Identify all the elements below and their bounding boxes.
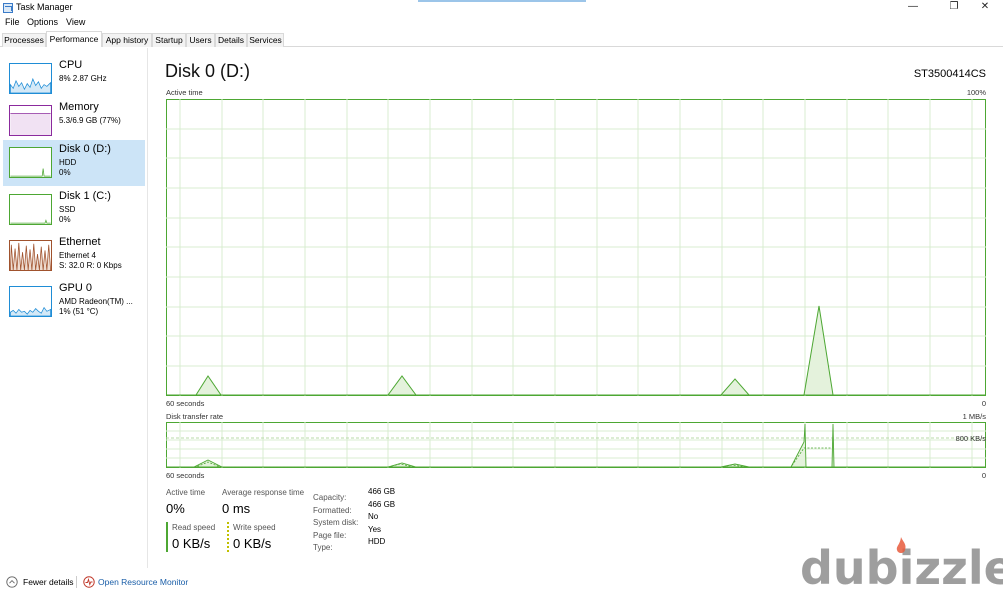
flame-icon — [896, 537, 906, 553]
disk-graph-icon — [9, 194, 52, 225]
open-resource-monitor-link[interactable]: Open Resource Monitor — [98, 577, 188, 587]
memory-graph-icon — [9, 105, 52, 136]
read-speed-indicator — [166, 522, 168, 552]
fewer-details-link[interactable]: Fewer details — [23, 577, 74, 587]
sidebar-item-title: Ethernet — [59, 236, 101, 248]
write-speed-value: 0 KB/s — [233, 536, 272, 551]
sidebar-item-title: CPU — [59, 59, 83, 71]
menu-options[interactable]: Options — [27, 17, 58, 27]
chart-max-label: 100% — [966, 88, 986, 97]
property-label: Type: — [313, 543, 333, 552]
sidebar-item-detail: 1% (51 °C) — [59, 307, 99, 316]
chart-time-end: 0 — [981, 471, 986, 480]
title-accent — [418, 0, 586, 2]
property-value: HDD — [368, 537, 386, 546]
minimize-button[interactable]: — — [895, 0, 931, 16]
chevron-up-circle-icon[interactable] — [6, 576, 18, 588]
avg-response-label: Average response time — [222, 488, 305, 497]
chart-time-end: 0 — [981, 399, 986, 408]
resource-monitor-icon[interactable] — [83, 576, 95, 588]
sidebar-item-detail: 0% — [59, 168, 71, 177]
sidebar-item-title: Memory — [59, 101, 99, 113]
tab-processes[interactable]: Processes — [2, 33, 46, 47]
menu-view[interactable]: View — [66, 17, 85, 27]
disk-properties: Capacity: 466 GB Formatted: 466 GB Syste… — [313, 487, 433, 552]
property-row: System disk: No — [313, 512, 433, 527]
transfer-rate-chart — [166, 422, 986, 468]
tab-services[interactable]: Services — [247, 33, 284, 47]
cpu-graph-icon — [9, 63, 52, 94]
sidebar-item-detail: 0% — [59, 215, 71, 224]
title-bar: Task Manager — ❐ ✕ — [0, 0, 1003, 16]
chart-time-start: 60 seconds — [166, 471, 205, 480]
property-row: Page file: Yes — [313, 524, 433, 540]
tab-bar: Processes Performance App history Startu… — [0, 31, 1003, 47]
sidebar-item-subtitle: SSD — [59, 205, 76, 214]
read-speed-value: 0 KB/s — [172, 536, 211, 551]
sidebar-item-title: GPU 0 — [59, 282, 93, 294]
sidebar-item-cpu[interactable]: CPU 8% 2.87 GHz — [3, 56, 145, 100]
sidebar-item-subtitle: Ethernet 4 — [59, 251, 96, 260]
close-button[interactable]: ✕ — [967, 0, 1003, 16]
active-time-label: Active time — [166, 488, 206, 497]
disk-graph-icon — [9, 147, 52, 178]
performance-sidebar: CPU 8% 2.87 GHz Memory 5.3/6.9 GB (77%) … — [0, 48, 148, 568]
property-row: Formatted: 466 GB — [313, 499, 433, 515]
sidebar-item-memory[interactable]: Memory 5.3/6.9 GB (77%) — [3, 98, 145, 142]
property-value: 466 GB — [368, 499, 396, 509]
sidebar-item-disk1[interactable]: Disk 1 (C:) SSD 0% — [3, 187, 145, 231]
read-speed-label: Read speed — [172, 523, 216, 532]
write-speed-indicator — [227, 522, 229, 552]
tab-details[interactable]: Details — [215, 33, 247, 47]
tab-users[interactable]: Users — [186, 33, 215, 47]
chart-max-label: 1 MB/s — [962, 412, 986, 421]
chart-label: Active time — [166, 88, 203, 97]
sidebar-item-subtitle: 5.3/6.9 GB (77%) — [59, 116, 121, 125]
chart-time-start: 60 seconds — [166, 399, 205, 408]
write-speed-label: Write speed — [233, 523, 276, 532]
divider — [76, 576, 77, 588]
sidebar-item-gpu[interactable]: GPU 0 AMD Radeon(TM) ... 1% (51 °C) — [3, 279, 145, 323]
property-value: 466 GB — [368, 487, 396, 496]
sidebar-item-ethernet[interactable]: Ethernet Ethernet 4 S: 32.0 R: 0 Kbps — [3, 233, 145, 277]
page-title: Disk 0 (D:) — [165, 61, 250, 81]
active-time-chart — [166, 99, 986, 396]
chart-mid-label: 800 KB/s — [955, 434, 986, 443]
active-time-value: 0% — [166, 501, 185, 516]
sidebar-item-title: Disk 0 (D:) — [59, 143, 111, 155]
gpu-graph-icon — [9, 286, 52, 317]
sidebar-item-subtitle: HDD — [59, 158, 77, 167]
tab-app-history[interactable]: App history — [102, 33, 152, 47]
window-title: Task Manager — [16, 2, 73, 12]
sidebar-item-disk0[interactable]: Disk 0 (D:) HDD 0% — [3, 140, 145, 186]
sidebar-item-title: Disk 1 (C:) — [59, 190, 111, 202]
disk-model: ST3500414CS — [913, 68, 986, 80]
property-row: Capacity: 466 GB — [313, 487, 433, 502]
sidebar-item-subtitle: 8% 2.87 GHz — [59, 74, 107, 83]
task-manager-icon — [3, 3, 13, 13]
sidebar-item-detail: S: 32.0 R: 0 Kbps — [59, 261, 122, 270]
ethernet-graph-icon — [9, 240, 52, 271]
tab-performance[interactable]: Performance — [46, 31, 102, 47]
tab-startup[interactable]: Startup — [152, 33, 186, 47]
property-value: Yes — [368, 524, 382, 534]
avg-response-value: 0 ms — [222, 501, 251, 516]
property-row: Type: HDD — [313, 537, 433, 552]
property-value: No — [368, 512, 379, 521]
menu-file[interactable]: File — [5, 17, 20, 27]
sidebar-item-subtitle: AMD Radeon(TM) ... — [59, 297, 133, 306]
chart-label: Disk transfer rate — [166, 412, 224, 421]
